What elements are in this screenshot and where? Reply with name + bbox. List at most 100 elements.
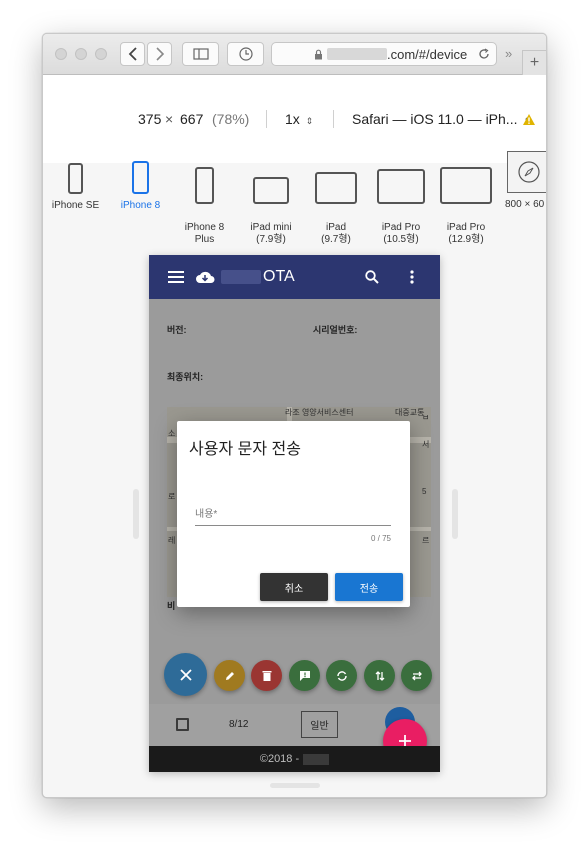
- device-ipad-pro-12[interactable]: iPad Pro (12.9형): [436, 151, 496, 258]
- new-tab-button[interactable]: +: [522, 50, 546, 75]
- history-button[interactable]: [227, 42, 264, 66]
- device-ipad-pro-10[interactable]: iPad Pro (10.5형): [371, 151, 431, 258]
- viewport-width[interactable]: 375: [138, 111, 161, 127]
- viewport-height[interactable]: 667: [180, 111, 203, 127]
- forward-button[interactable]: [147, 42, 172, 66]
- version-label: 버전:: [167, 325, 187, 335]
- selection-count: 8/12: [229, 719, 249, 730]
- device-viewport: OTA 버전: 시리얼번호: 최종위치: 라조 영양서비스센터 대중교통 소 서…: [149, 255, 440, 772]
- resize-handle-bottom[interactable]: [270, 783, 320, 788]
- map-label: ㅂ: [422, 413, 430, 422]
- menu-icon[interactable]: [168, 271, 184, 283]
- tablet-icon: [253, 177, 289, 204]
- device-label: iPad Pro (12.9형): [446, 222, 486, 245]
- device-label: iPhone 8 Plus: [184, 222, 225, 245]
- cloud-download-icon: [196, 271, 215, 283]
- serial-label: 시리얼번호:: [313, 325, 358, 335]
- phone-icon: [195, 167, 214, 204]
- dimension-times: ×: [165, 111, 174, 127]
- lock-icon: [315, 49, 322, 59]
- device-label: iPhone SE: [51, 200, 100, 211]
- field-label-partial: 비: [167, 601, 176, 611]
- pixel-ratio-value: 1x: [285, 111, 300, 127]
- sidebar-icon: [192, 48, 209, 60]
- device-ipad-mini[interactable]: iPad mini (7.9형): [242, 151, 300, 258]
- sidebar-button[interactable]: [182, 42, 219, 66]
- clock-icon: [238, 47, 253, 61]
- message-input-label: 내용*: [195, 509, 218, 520]
- map-label: 5: [422, 487, 427, 496]
- map-label: 레: [168, 536, 176, 545]
- map-label: 서: [422, 440, 430, 449]
- device-iphone-8-plus[interactable]: iPhone 8 Plus: [177, 151, 232, 258]
- more-toolbar-button[interactable]: »: [505, 46, 512, 61]
- browser-toolbar: .com/#/device » +: [43, 34, 546, 75]
- tablet-icon: [315, 172, 357, 204]
- device-label: iPad mini (7.9형): [250, 222, 292, 245]
- char-counter: 0 / 75: [370, 534, 391, 543]
- user-agent-select[interactable]: Safari — iOS 11.0 — iPh... ⇕: [352, 111, 531, 127]
- device-label: iPad (9.7형): [321, 222, 351, 245]
- redacted-company: [303, 753, 330, 765]
- device-iphone-8[interactable]: iPhone 8: [113, 151, 168, 212]
- message-input[interactable]: 내용*: [195, 505, 391, 526]
- map-label: 로: [168, 492, 176, 501]
- tablet-icon: [440, 167, 492, 204]
- app-footer: ©2018 -: [149, 746, 440, 772]
- send-button[interactable]: 전송: [335, 573, 403, 601]
- device-label: iPhone 8: [120, 200, 161, 211]
- more-vert-icon[interactable]: [410, 270, 414, 284]
- search-icon[interactable]: [365, 270, 379, 284]
- device-iphone-se[interactable]: iPhone SE: [48, 151, 103, 212]
- last-location-label: 최종위치:: [167, 372, 204, 382]
- chevron-left-icon: [128, 47, 137, 61]
- divider: [333, 110, 334, 128]
- divider: [266, 110, 267, 128]
- redacted-domain: [327, 48, 387, 60]
- app-bar: OTA: [149, 255, 440, 299]
- reload-icon[interactable]: [478, 48, 490, 60]
- swap-vertical-icon: [375, 670, 384, 681]
- trash-icon: [262, 670, 271, 681]
- safari-window: .com/#/device » + 375 × 667 (78%) 1x ⇕ S…: [42, 33, 547, 798]
- user-agent-value: Safari — iOS 11.0 — iPh...: [352, 111, 518, 127]
- pencil-icon: [225, 671, 234, 680]
- mode-button[interactable]: 일반: [301, 711, 338, 738]
- app-title: OTA: [263, 268, 295, 285]
- close-icon: [179, 668, 192, 681]
- swap-horizontal-icon: [411, 671, 422, 680]
- phone-icon: [132, 161, 149, 194]
- url-text: .com/#/device: [387, 46, 468, 62]
- device-custom-800[interactable]: 800 × 60: [503, 151, 546, 211]
- copyright-text: ©2018 -: [259, 753, 300, 765]
- cancel-button[interactable]: 취소: [260, 573, 328, 601]
- resize-handle-right[interactable]: [452, 489, 458, 539]
- minimize-window-button[interactable]: [75, 48, 87, 60]
- swap-vert-fab[interactable]: [364, 660, 395, 691]
- map-label: 대중교통: [395, 408, 425, 417]
- address-bar[interactable]: .com/#/device: [271, 42, 497, 66]
- zoom-window-button[interactable]: [95, 48, 107, 60]
- phone-icon: [68, 163, 83, 194]
- tablet-icon: [377, 169, 425, 204]
- pixel-ratio-select[interactable]: 1x ⇕: [285, 111, 313, 127]
- viewport-scale: (78%): [212, 111, 250, 127]
- map-label: 소: [168, 429, 176, 438]
- input-underline: [195, 525, 391, 526]
- warning-icon[interactable]: [522, 113, 536, 126]
- compass-icon: [507, 151, 546, 193]
- sync-icon: [336, 670, 347, 681]
- device-ipad[interactable]: iPad (9.7형): [307, 151, 365, 258]
- resize-handle-left[interactable]: [133, 489, 139, 539]
- select-all-checkbox[interactable]: [176, 718, 189, 731]
- chevron-right-icon: [155, 47, 164, 61]
- sync-fab[interactable]: [326, 660, 357, 691]
- delete-fab[interactable]: [251, 660, 282, 691]
- swap-horiz-fab[interactable]: [401, 660, 432, 691]
- message-fab[interactable]: [289, 660, 320, 691]
- close-fab[interactable]: [164, 653, 207, 696]
- edit-fab[interactable]: [214, 660, 245, 691]
- back-button[interactable]: [120, 42, 145, 66]
- close-window-button[interactable]: [55, 48, 67, 60]
- dialog-title: 사용자 문자 전송: [189, 441, 301, 458]
